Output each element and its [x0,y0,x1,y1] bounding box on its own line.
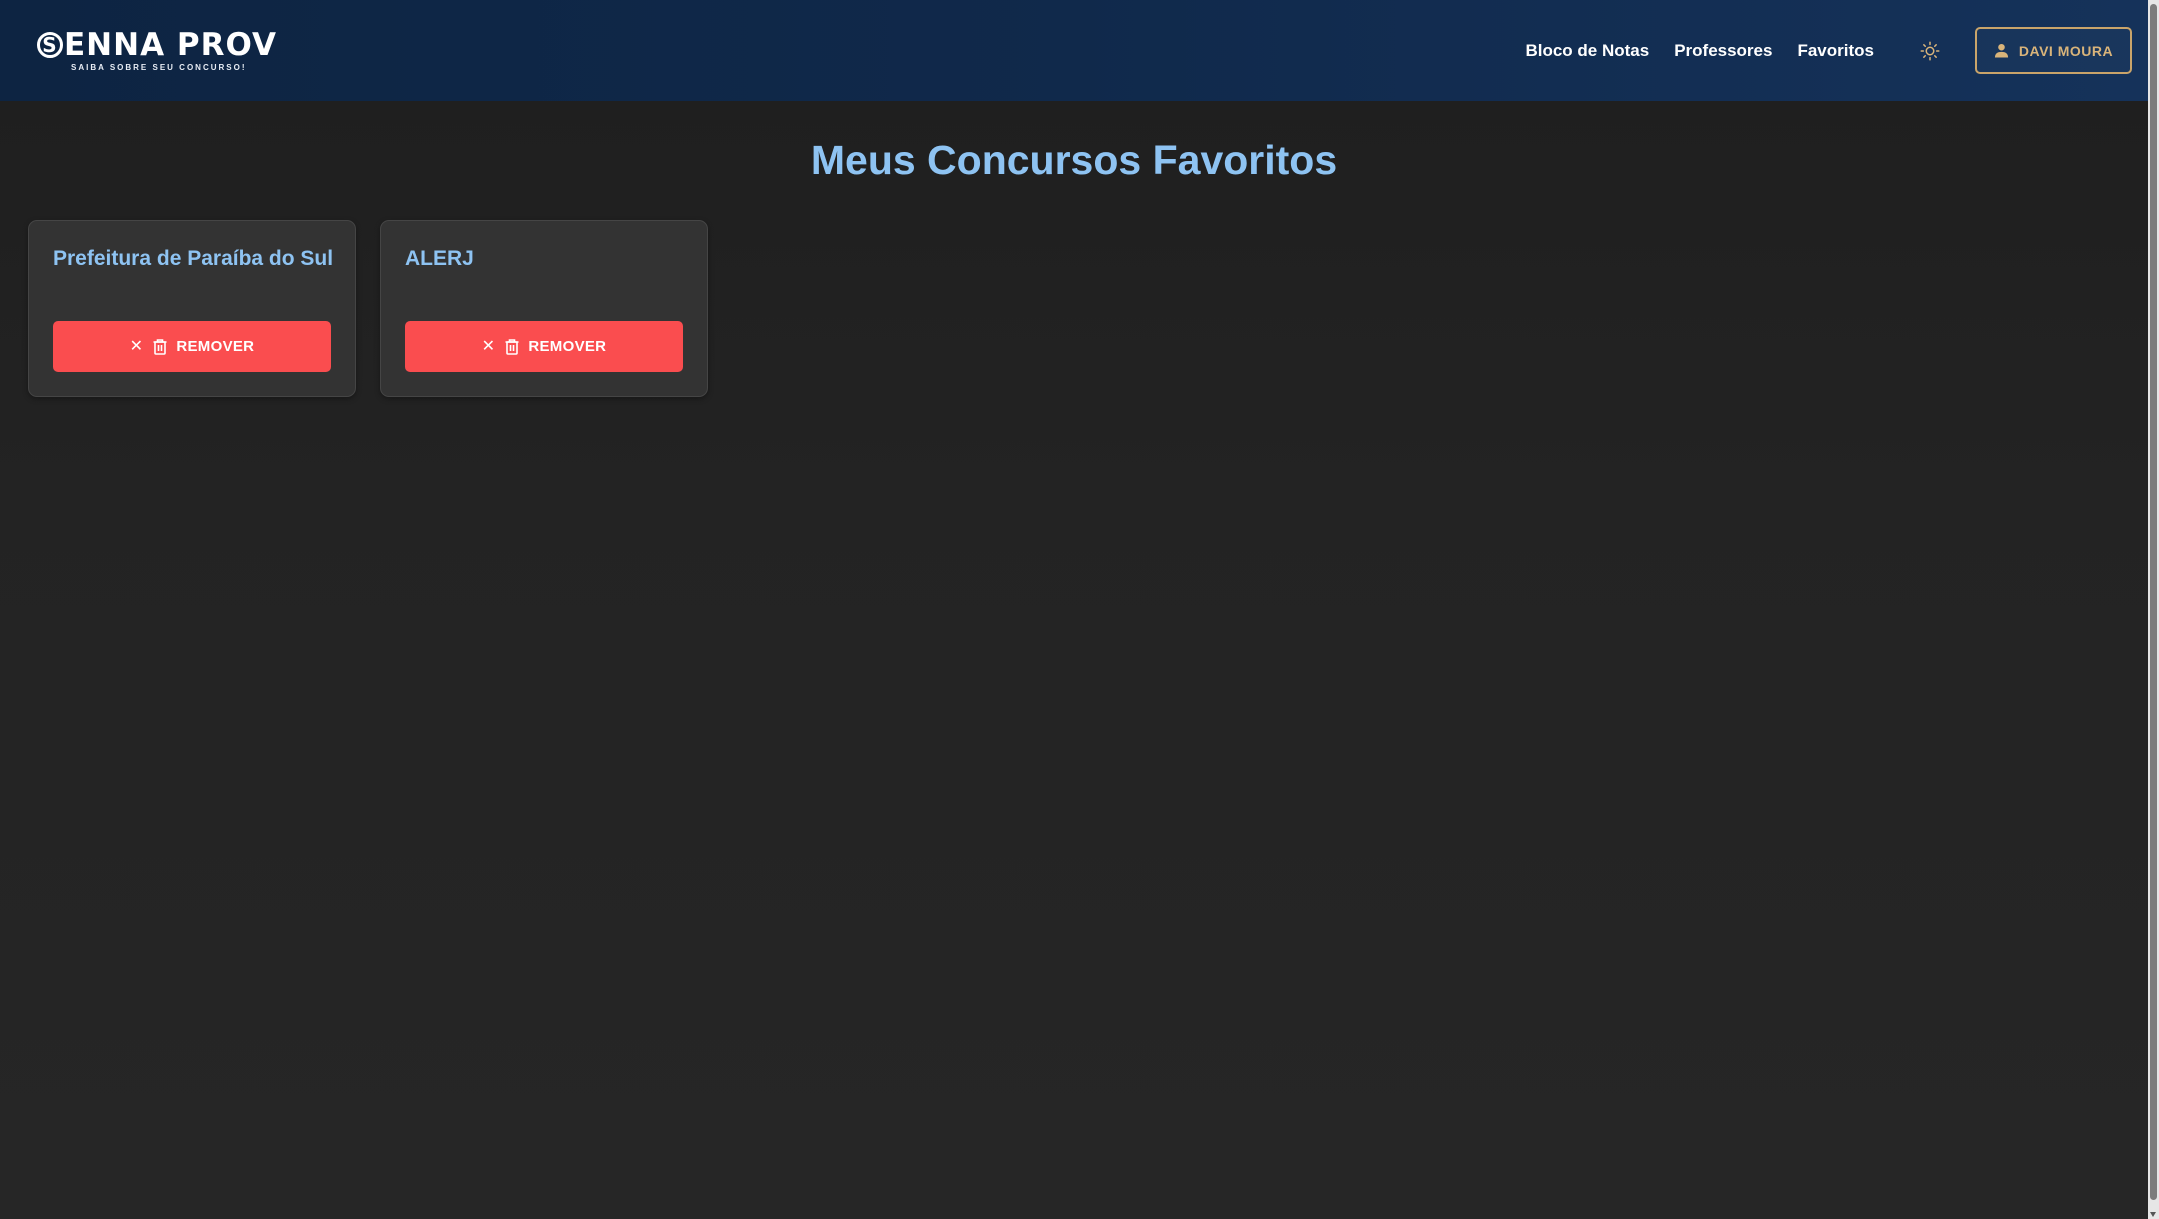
logo-subtitle: SAIBA SOBRE SEU CONCURSO! [71,63,247,72]
scroll-down-arrow-icon[interactable] [2150,1212,2156,1217]
page: S ENNA PROV SAIBA SOBRE SEU CONCURSO! Blo… [0,0,2159,1219]
page-title: Meus Concursos Favoritos [810,137,1338,183]
logo-text: ENNA PROV [64,27,277,63]
remove-label: REMOVER [528,338,607,355]
logo-wordmark: S ENNA PROV [37,29,277,61]
sun-icon [1920,41,1940,60]
user-name: DAVI MOURA [2018,42,2114,59]
favorite-card-title[interactable]: ALERJ [405,246,683,272]
favorite-card: Prefeitura de Paraíba do Sul ✕ REMOVER [28,220,356,397]
theme-toggle-button[interactable] [1919,40,1941,62]
close-icon: ✕ [129,337,144,355]
close-icon: ✕ [481,337,496,355]
scrollbar-thumb[interactable] [2150,4,2157,1200]
remove-favorite-button[interactable]: ✕ REMOVER [53,321,331,372]
user-menu-button[interactable]: DAVI MOURA [1975,27,2132,74]
user-icon [1994,43,2009,58]
trash-icon [153,338,167,355]
main-nav: Bloco de Notas Professores Favoritos DAV… [1525,0,2148,101]
favorites-list: Prefeitura de Paraíba do Sul ✕ REMOVER A… [28,220,708,397]
logo-s-mark: S [37,32,63,58]
remove-label: REMOVER [176,338,255,355]
vertical-scrollbar[interactable] [2148,0,2159,1219]
top-navbar: S ENNA PROV SAIBA SOBRE SEU CONCURSO! Blo… [0,0,2148,101]
remove-favorite-button[interactable]: ✕ REMOVER [405,321,683,372]
nav-link-bloco-de-notas[interactable]: Bloco de Notas [1525,41,1649,61]
favorite-card: ALERJ ✕ REMOVER [380,220,708,397]
favorite-card-title[interactable]: Prefeitura de Paraíba do Sul [53,246,333,272]
nav-link-favoritos[interactable]: Favoritos [1797,41,1874,61]
nav-link-professores[interactable]: Professores [1674,41,1772,61]
logo[interactable]: S ENNA PROV SAIBA SOBRE SEU CONCURSO! [37,29,277,72]
trash-icon [505,338,519,355]
